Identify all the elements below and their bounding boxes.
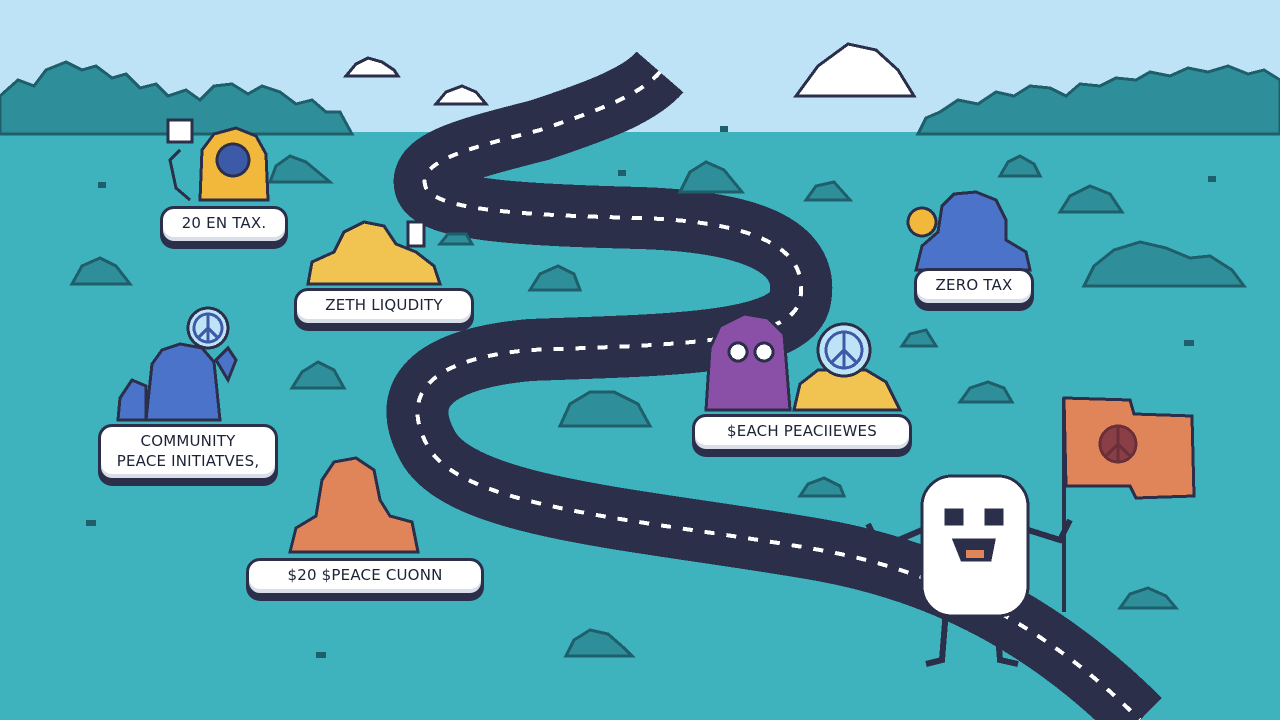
milestone-text: PEACE INITIATVES,: [116, 452, 260, 471]
milestone-text: $EACH PEACIIEWES: [727, 422, 877, 440]
character-purple: [704, 312, 792, 412]
milestone-label: ZETH LIQUDITY: [294, 288, 474, 326]
milestone-text: 20 EN TAX.: [181, 214, 267, 232]
milestone-label: $EACH PEACIIEWES: [692, 414, 912, 452]
peace-sign-icon: [1098, 424, 1138, 464]
milestone-label: ZERO TAX: [914, 268, 1034, 306]
milestone-label: 20 EN TAX.: [160, 206, 288, 244]
milestone-text: ZETH LIQUDITY: [325, 296, 443, 314]
game-scene: [0, 0, 1280, 720]
milestone-text: COMMUNITY: [140, 432, 236, 450]
milestone-label: $20 $PEACE CUONN: [246, 558, 484, 596]
milestone-text: $20 $PEACE CUONN: [287, 566, 443, 584]
milestone-text: ZERO TAX: [935, 276, 1013, 294]
milestone-label: COMMUNITY PEACE INITIATVES,: [98, 424, 278, 481]
